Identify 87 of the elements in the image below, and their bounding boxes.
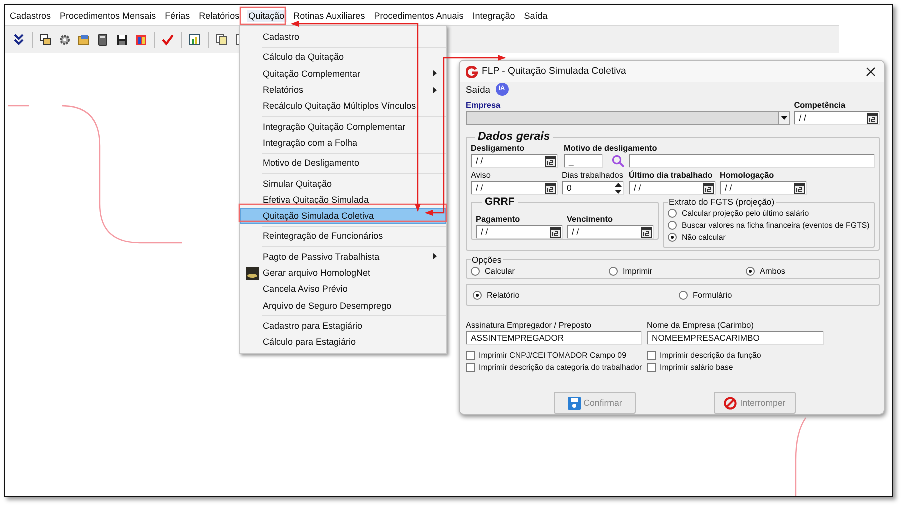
date-field[interactable]: / /	[567, 225, 654, 239]
menu-item[interactable]: Cancela Aviso Prévio	[240, 281, 446, 298]
field-label: Dias trabalhados	[562, 170, 624, 181]
menu-item[interactable]: Quitação Complementar	[240, 66, 446, 82]
checkmark-icon[interactable]	[162, 34, 174, 46]
dropdown-arrow-icon	[780, 116, 788, 120]
field-label: Vencimento	[567, 214, 614, 225]
grid-icon[interactable]	[135, 34, 147, 46]
menu-item[interactable]: Cálculo da Quitação	[240, 49, 446, 66]
date-field[interactable]: / /	[471, 181, 558, 195]
radio-button[interactable]: Ambos	[746, 264, 875, 278]
calendar-icon[interactable]	[641, 226, 652, 238]
radio-button[interactable]: Calcular	[471, 264, 609, 278]
spin-button[interactable]	[615, 182, 622, 194]
menu-item[interactable]: Relatórios	[240, 82, 446, 98]
field-label: Homologação	[720, 170, 776, 181]
menu-item[interactable]: Arquivo de Seguro Desemprego	[240, 297, 446, 314]
calendar-icon[interactable]	[545, 156, 556, 166]
date-field[interactable]: / /	[720, 181, 807, 195]
windows-icon[interactable]	[40, 34, 52, 46]
calendar-icon[interactable]	[703, 182, 714, 194]
documents-icon[interactable]	[216, 34, 228, 46]
search-icon[interactable]	[612, 154, 625, 168]
folder-icon[interactable]	[78, 34, 90, 46]
text-field[interactable]: NOMEEMPRESACARIMBO	[647, 331, 824, 346]
menu-item[interactable]: Cadastro	[240, 29, 446, 46]
menu-bar-item[interactable]: Procedimentos Anuais	[372, 10, 466, 22]
close-icon[interactable]	[866, 66, 876, 76]
menu-item[interactable]: Saída	[466, 84, 490, 94]
menu-item[interactable]: Quitação Simulada Coletiva	[240, 208, 446, 224]
menu-item[interactable]: Reintegração de Funcionários	[240, 228, 446, 245]
group-title: Dados gerais	[477, 131, 552, 143]
menu-item[interactable]: Recálculo Quitação Múltiplos Vínculos	[240, 98, 446, 114]
text-field[interactable]: ASSINTEMPREGADOR	[466, 331, 642, 346]
group-title: Extrato do FGTS (projeção)	[668, 197, 776, 207]
field-label: Pagamento	[476, 214, 522, 225]
calendar-icon[interactable]	[550, 226, 561, 238]
group-title: Opções	[471, 254, 503, 265]
menu-item[interactable]: Integração com a Folha	[240, 134, 446, 152]
field-label: Empresa	[466, 100, 502, 111]
number-field[interactable]: 0	[562, 181, 624, 195]
menu-item[interactable]: Efetiva Quitação Simulada	[240, 192, 446, 208]
group-title: GRRF	[484, 197, 516, 208]
menu-item[interactable]: Pagto de Passivo Trabalhista	[240, 248, 446, 265]
save-icon	[568, 396, 581, 410]
stop-icon	[724, 396, 738, 410]
field-label: Assinatura Empregador / Preposto	[466, 320, 593, 332]
logo-icon	[466, 66, 478, 78]
save-icon[interactable]	[116, 34, 128, 46]
menu-item[interactable]: Integração Quitação Complementar	[240, 118, 446, 135]
menu-item[interactable]: Cadastro para Estagiário	[240, 318, 446, 334]
chart-icon[interactable]	[189, 34, 201, 46]
menu-item[interactable]: Simular Quitação	[240, 175, 446, 192]
code-field[interactable]: _	[564, 154, 603, 168]
field-label: Motivo de desligamento	[564, 143, 658, 154]
field-label: Competência	[794, 100, 847, 111]
description-field[interactable]	[629, 154, 875, 168]
calendar-icon[interactable]	[867, 112, 878, 124]
menu-bar-item[interactable]: Cadastros	[8, 10, 54, 22]
date-field[interactable]: / /	[471, 154, 558, 168]
menu-bar-item[interactable]: Integração	[470, 10, 518, 22]
highlight-frame	[240, 6, 286, 26]
radio-button[interactable]: Imprimir	[609, 264, 746, 278]
menu-bar-item[interactable]: Rotinas Auxiliares	[292, 10, 368, 22]
calculator-icon[interactable]	[97, 34, 109, 46]
menu-item[interactable]: Gerar arquivo HomologNet	[240, 264, 446, 282]
date-field[interactable]: / /	[629, 181, 716, 195]
field-label: Aviso	[471, 170, 492, 181]
gear-icon[interactable]	[59, 34, 71, 46]
menu-bar-item[interactable]: Saída	[522, 10, 550, 22]
menu-bar-item[interactable]: Procedimentos Mensais	[58, 10, 158, 22]
field-label: Último dia trabalhado	[629, 170, 714, 181]
calendar-icon[interactable]	[794, 182, 805, 194]
menu-item[interactable]: Motivo de Desligamento	[240, 155, 446, 172]
calendar-icon[interactable]	[545, 182, 556, 194]
date-field[interactable]: / /	[794, 111, 880, 125]
field-label: Desligamento	[471, 143, 526, 154]
menu-bar-item[interactable]: Quitação	[246, 10, 287, 22]
menu-item[interactable]: Cálculo para Estagiário	[240, 334, 446, 350]
double-chevron-down-icon[interactable]	[13, 34, 25, 46]
field-label: Nome da Empresa (Carimbo)	[647, 320, 755, 332]
menu-bar-item[interactable]: Férias	[163, 10, 192, 22]
window-title: FLP - Quitação Simulada Coletiva	[482, 66, 628, 77]
menu-bar-item[interactable]: Relatórios	[197, 10, 242, 22]
radio-button[interactable]: Formulário	[679, 289, 879, 302]
date-field[interactable]: / /	[476, 225, 563, 239]
radio-button[interactable]: Relatório	[473, 289, 679, 302]
